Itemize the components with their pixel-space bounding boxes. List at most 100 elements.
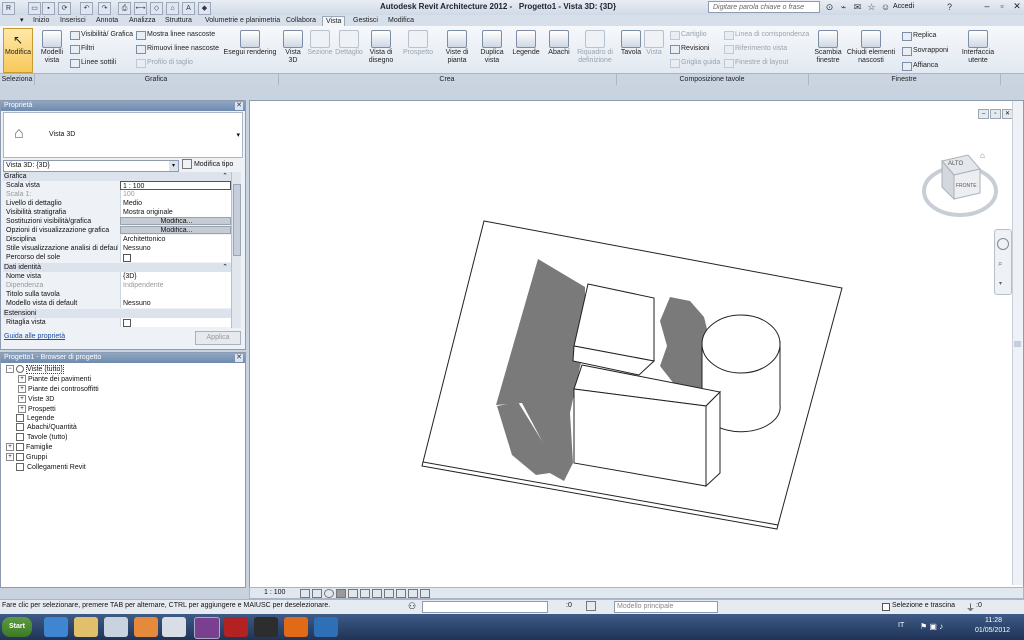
chevron-down-icon[interactable]: ▾ xyxy=(999,280,1002,287)
tab-volumetrie[interactable]: Volumetrie e planimetria xyxy=(202,16,283,26)
save-icon[interactable]: ▪ xyxy=(42,2,55,15)
program-icon[interactable] xyxy=(104,617,128,637)
close-icon[interactable]: ✕ xyxy=(235,102,243,110)
prop-row[interactable]: Sostituzioni visibilità/grafica Modifica.… xyxy=(3,217,231,226)
vista-di-disegno-button[interactable]: Vista di disegno xyxy=(364,30,398,65)
prop-value[interactable]: {3D} xyxy=(120,272,234,281)
filtri-button[interactable]: Filtri xyxy=(70,44,94,54)
modifica-vg-button[interactable]: Modifica... xyxy=(120,217,231,225)
chevron-down-icon[interactable]: ▾ xyxy=(236,131,240,139)
viste-di-pianta-button[interactable]: Viste di pianta xyxy=(440,30,474,65)
esegui-rendering-button[interactable]: Esegui rendering xyxy=(222,30,278,57)
tree-item-piante-controsoffitti[interactable]: + Piante dei controsoffitti xyxy=(18,385,99,394)
sync-icon[interactable]: ⟳ xyxy=(58,2,71,15)
section-icon[interactable]: ◆ xyxy=(198,2,211,15)
expand-icon[interactable]: + xyxy=(6,453,14,462)
duplica-vista-button[interactable]: Duplica vista xyxy=(476,30,508,65)
subscription-icon[interactable]: ⌁ xyxy=(838,2,849,13)
tree-item-gruppi[interactable]: + Gruppi xyxy=(6,453,47,462)
internet-explorer-icon[interactable] xyxy=(44,617,68,637)
tab-inizio[interactable]: Inizio xyxy=(30,16,52,26)
prop-value[interactable]: Mostra originale xyxy=(120,208,234,217)
communication-icon[interactable]: ✉ xyxy=(852,2,863,13)
signin-label[interactable]: Accedi xyxy=(893,3,914,10)
zoom-icon[interactable]: ⌕ xyxy=(998,260,1006,268)
viewcube-front-label[interactable]: FRONTE xyxy=(956,183,977,189)
clock-date[interactable]: 01/05/2012 xyxy=(975,627,1010,634)
section-estensioni[interactable]: Estensioni xyxy=(3,309,231,318)
prospetto-button[interactable]: Prospetto xyxy=(400,30,436,57)
visibilita-grafica-button[interactable]: Visibilità/ Grafica xyxy=(70,30,133,40)
file-explorer-icon[interactable] xyxy=(74,617,98,637)
expand-icon[interactable]: + xyxy=(18,375,26,384)
filter-icon[interactable]: ⏚ xyxy=(966,601,975,614)
scambia-finestre-button[interactable]: Scambia finestre xyxy=(812,30,844,65)
tree-item-collegamenti[interactable]: Collegamenti Revit xyxy=(16,463,86,472)
prop-value[interactable] xyxy=(120,290,234,299)
tab-inserisci[interactable]: Inserisci xyxy=(57,16,89,26)
prop-value[interactable]: Architettonico xyxy=(120,235,234,244)
revisioni-button[interactable]: Revisioni xyxy=(670,44,709,54)
reveal-hidden-icon[interactable] xyxy=(408,589,418,598)
search-input[interactable]: Digitare parola chiave o frase xyxy=(708,1,820,13)
checkbox[interactable] xyxy=(882,603,890,611)
expand-icon[interactable]: + xyxy=(18,405,26,414)
detail-level-icon[interactable] xyxy=(300,589,310,598)
checkbox[interactable] xyxy=(123,254,131,262)
modifica-button[interactable]: ↖ Modifica xyxy=(3,28,33,73)
tree-item-famiglie[interactable]: + Famiglie xyxy=(6,443,52,452)
system-tray-icons[interactable]: ⚑ ▣ ♪ xyxy=(920,622,943,631)
prop-row[interactable]: Modello vista di default Nessuno xyxy=(3,299,234,308)
start-button[interactable]: Start xyxy=(2,617,32,637)
griglia-guida-button[interactable]: Griglia guida xyxy=(670,58,720,68)
prop-value[interactable]: Nessuno xyxy=(120,244,234,253)
expand-icon[interactable]: + xyxy=(18,385,26,394)
section-grafica[interactable]: Grafica ⌃ xyxy=(3,172,231,181)
analysis-display-icon[interactable] xyxy=(420,589,430,598)
redo-icon[interactable]: ↷ xyxy=(98,2,111,15)
linee-sottili-button[interactable]: Linee sottili xyxy=(70,58,116,68)
tavola-button[interactable]: Tavola xyxy=(618,30,644,57)
help-icon[interactable]: ? xyxy=(944,2,955,13)
prop-row[interactable]: Stile visualizzazione analisi di default… xyxy=(3,244,234,253)
vista-place-button[interactable]: Vista xyxy=(644,30,664,57)
design-options-icon[interactable] xyxy=(586,601,596,611)
visual-style-icon[interactable] xyxy=(312,589,322,598)
crop-view-checkbox-cell[interactable] xyxy=(120,318,234,327)
firefox-icon[interactable] xyxy=(284,617,308,637)
3d-view-icon[interactable]: ⌂ xyxy=(166,2,179,15)
instance-selector[interactable]: Vista 3D: {3D} ▾ xyxy=(3,160,179,172)
tab-analizza[interactable]: Analizza xyxy=(126,16,158,26)
tab-annota[interactable]: Annota xyxy=(93,16,121,26)
prop-row[interactable]: Ritaglia vista xyxy=(3,318,234,327)
prop-value[interactable]: 1 : 100 xyxy=(120,181,231,190)
tree-item-viste-3d[interactable]: + Viste 3D xyxy=(18,395,54,404)
scrollbar-thumb[interactable] xyxy=(1014,341,1021,347)
minimize-icon[interactable]: – xyxy=(980,0,994,13)
shadows-icon[interactable] xyxy=(336,589,346,598)
clock-time[interactable]: 11:28 xyxy=(985,617,1002,624)
chiudi-elementi-nascosti-button[interactable]: Chiudi elementi nascosti xyxy=(846,30,896,65)
revit-app-menu-icon[interactable]: R xyxy=(2,2,15,15)
sovrapponi-button[interactable]: Sovrapponi xyxy=(902,46,948,56)
sezione-button[interactable]: Sezione xyxy=(306,30,334,57)
ribbon-minimize-icon[interactable]: ▾ xyxy=(20,16,29,25)
sun-path-checkbox-cell[interactable] xyxy=(120,253,234,262)
tab-modifica[interactable]: Modifica xyxy=(385,16,417,26)
show-crop-icon[interactable] xyxy=(372,589,382,598)
user-icon[interactable]: ☺ xyxy=(880,2,891,13)
profilo-di-taglio-button[interactable]: Profilo di taglio xyxy=(136,58,193,68)
interfaccia-utente-button[interactable]: Interfaccia utente xyxy=(958,30,998,65)
media-player-icon[interactable] xyxy=(134,617,158,637)
expand-icon[interactable]: + xyxy=(18,395,26,404)
rimuovi-linee-nascoste-button[interactable]: Rimuovi linee nascoste xyxy=(136,44,219,54)
viewcube-top-label[interactable]: ALTO xyxy=(948,161,963,167)
tab-collabora[interactable]: Collabora xyxy=(283,16,319,26)
documents-icon[interactable] xyxy=(162,617,186,637)
prop-row[interactable]: Nome vista {3D} xyxy=(3,272,234,281)
type-selector[interactable]: ⌂ Vista 3D ▾ xyxy=(3,112,243,158)
box-side[interactable] xyxy=(705,390,721,488)
abachi-button[interactable]: Abachi xyxy=(544,30,574,57)
viewcube[interactable]: ALTO FRONTE ⌂ xyxy=(920,151,998,221)
tree-item-viste[interactable]: − Viste (tutto) xyxy=(6,365,64,374)
